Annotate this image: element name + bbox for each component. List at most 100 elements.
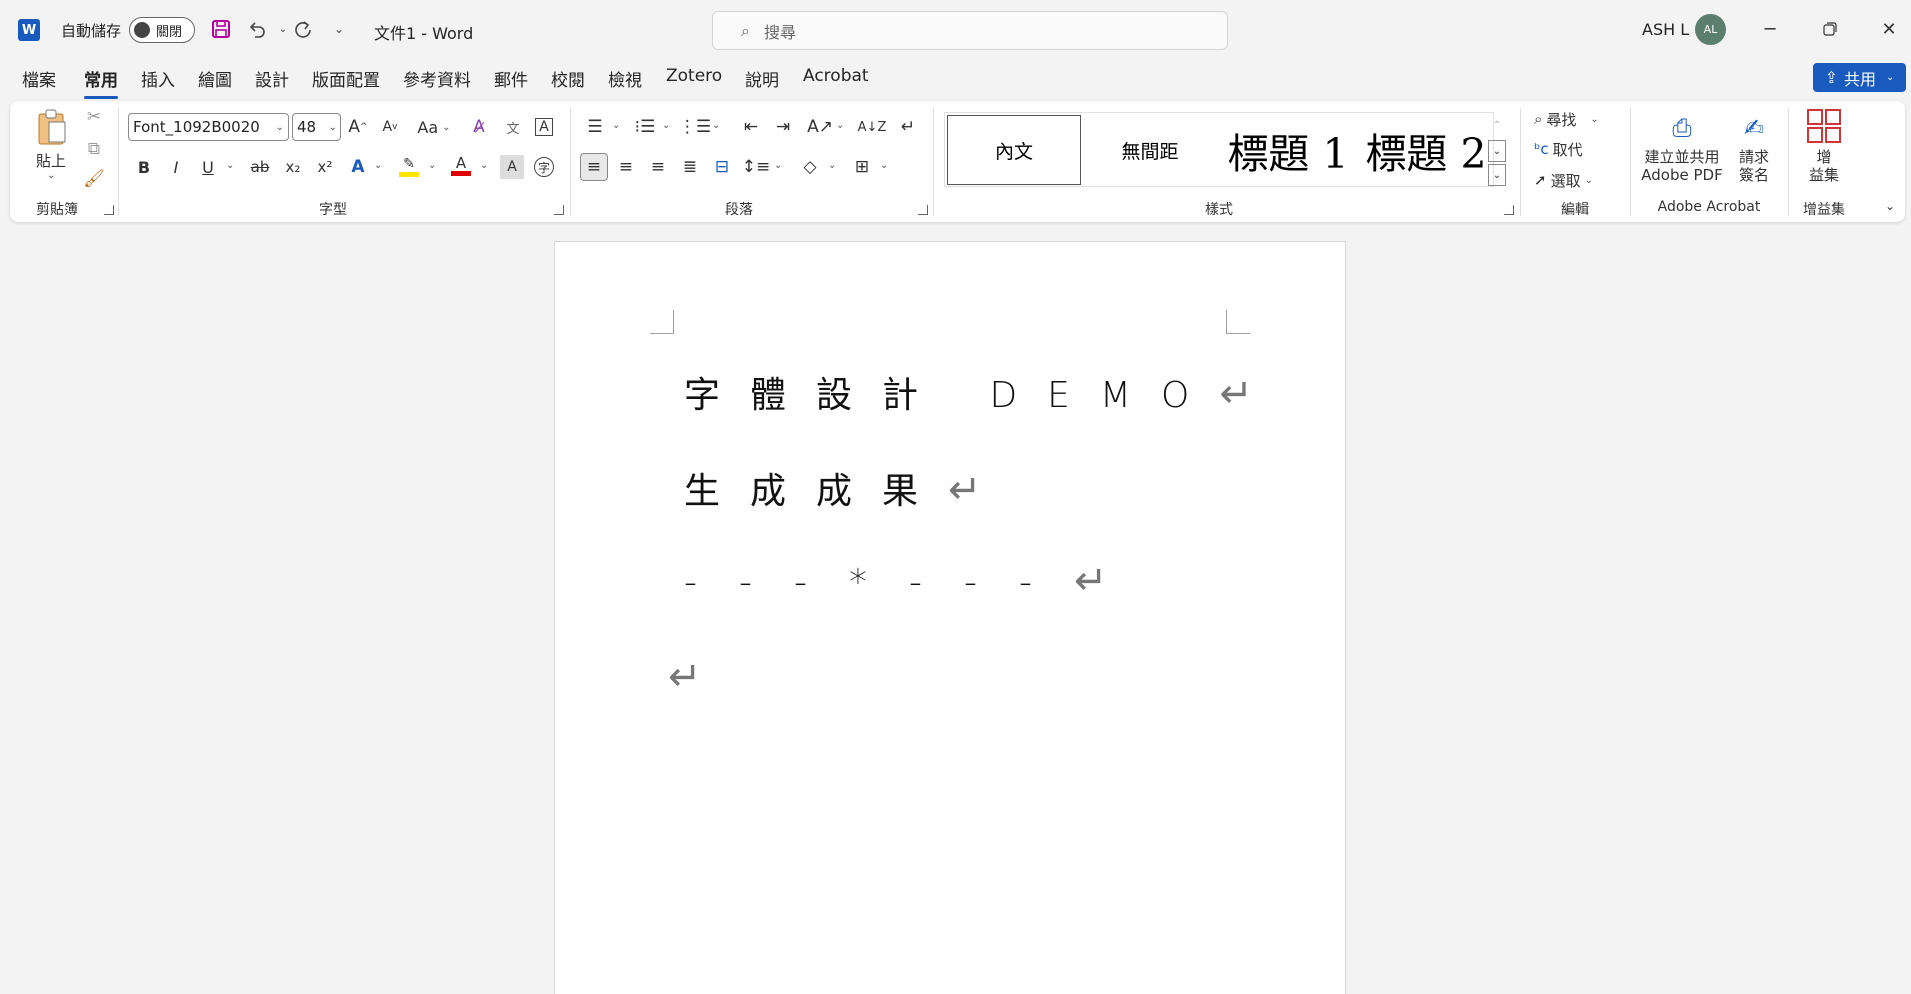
clear-formatting-icon[interactable]: A̷ [466, 114, 492, 140]
paste-icon[interactable] [34, 106, 70, 150]
text-direction-icon[interactable]: A↗ [806, 114, 834, 140]
paste-label[interactable]: 貼上 [36, 150, 66, 171]
font-color-dropdown-icon[interactable]: ⌄ [480, 160, 488, 171]
document-line-3[interactable]: ---*---↵ [684, 558, 1107, 604]
bold-button[interactable]: B [132, 154, 156, 180]
tab-design[interactable]: 設計 [255, 66, 289, 91]
sort-icon[interactable]: A↓Z [858, 114, 887, 140]
request-signature-button[interactable]: 請求 簽名 [1734, 148, 1774, 184]
tab-mailings[interactable]: 郵件 [494, 66, 528, 91]
paragraph-launcher-icon[interactable] [918, 205, 928, 215]
style-heading-1[interactable]: 標題 1 [1218, 115, 1358, 185]
numbering-dropdown-icon[interactable]: ⌄ [662, 120, 670, 131]
format-painter-icon[interactable]: 🖌 [83, 168, 105, 190]
find-button[interactable]: ⌕ 尋找 ⌄ [1534, 106, 1599, 132]
shading-dropdown-icon[interactable]: ⌄ [828, 160, 836, 171]
style-normal[interactable]: 內文 [947, 115, 1081, 185]
line-spacing-dropdown-icon[interactable]: ⌄ [774, 160, 782, 171]
align-left-icon[interactable]: ≡ [580, 153, 608, 181]
justify-icon[interactable]: ≣ [676, 153, 704, 181]
clipboard-launcher-icon[interactable] [104, 205, 114, 215]
paste-dropdown-icon[interactable]: ⌄ [47, 170, 55, 181]
enclose-characters-icon[interactable]: 字 [532, 155, 556, 179]
restore-icon[interactable] [1807, 10, 1853, 48]
document-line-4[interactable]: ↵ [668, 654, 702, 700]
document-line-1[interactable]: 字體設計 DEMO↵ [684, 366, 1253, 418]
user-name[interactable]: ASH L [1642, 20, 1689, 39]
borders-icon[interactable]: ⊞ [848, 153, 876, 181]
add-ins-button[interactable]: 增益集 [1802, 148, 1846, 184]
tab-layout[interactable]: 版面配置 [312, 66, 380, 91]
superscript-button[interactable]: x² [312, 154, 338, 180]
italic-button[interactable]: I [164, 154, 188, 180]
borders-dropdown-icon[interactable]: ⌄ [880, 160, 888, 171]
ribbon-options-icon[interactable]: ⌄ [1880, 196, 1900, 216]
bullets-dropdown-icon[interactable]: ⌄ [612, 120, 620, 131]
highlight-color-icon[interactable]: ✎ [396, 152, 422, 180]
character-shading-icon[interactable]: A [500, 155, 524, 179]
add-ins-icon[interactable] [1806, 108, 1842, 144]
font-launcher-icon[interactable] [554, 205, 564, 215]
avatar[interactable]: AL [1695, 14, 1726, 45]
styles-launcher-icon[interactable] [1504, 205, 1514, 215]
line-spacing-icon[interactable]: ↕≡ [742, 153, 771, 181]
font-name-combo[interactable]: Font_1092B0020 ⌄ [128, 113, 289, 141]
redo-icon[interactable] [288, 14, 318, 44]
tab-acrobat[interactable]: Acrobat [803, 66, 869, 86]
change-case-button[interactable]: Aa ⌄ [412, 114, 456, 140]
tab-file[interactable]: 檔案 [22, 66, 56, 91]
highlight-dropdown-icon[interactable]: ⌄ [428, 160, 436, 171]
customize-toolbar-icon[interactable]: ⌄ [324, 14, 354, 44]
select-button[interactable]: ➚ 選取 ⌄ [1534, 167, 1593, 193]
underline-dropdown-icon[interactable]: ⌄ [226, 160, 234, 171]
styles-scroll-down-icon[interactable]: ⌄ [1488, 140, 1506, 162]
multilevel-dropdown-icon[interactable]: ⌄ [712, 120, 720, 131]
styles-scroll-up-icon[interactable]: ⌃ [1488, 114, 1506, 136]
create-pdf-button[interactable]: 建立並共用 Adobe PDF [1636, 148, 1728, 184]
create-pdf-icon[interactable]: ⎙ [1668, 110, 1696, 146]
document-page[interactable] [554, 241, 1346, 994]
font-size-combo[interactable]: 48 ⌄ [292, 113, 341, 141]
tab-insert[interactable]: 插入 [141, 66, 175, 91]
style-no-spacing[interactable]: 無間距 [1085, 115, 1215, 185]
tab-zotero[interactable]: Zotero [666, 66, 722, 86]
grow-font-icon[interactable]: A ^ [346, 114, 370, 140]
decrease-indent-icon[interactable]: ⇤ [738, 114, 764, 140]
tab-help[interactable]: 說明 [745, 66, 779, 91]
close-icon[interactable]: ✕ [1866, 10, 1911, 48]
styles-more-icon[interactable]: ⌄ [1488, 164, 1506, 186]
save-icon[interactable] [206, 14, 236, 44]
align-center-icon[interactable]: ≡ [612, 153, 640, 181]
copy-icon[interactable]: ⧉ [84, 138, 104, 160]
search-input[interactable]: ⌕ 搜尋 [712, 11, 1228, 50]
multilevel-list-icon[interactable]: ⋮☰ [679, 114, 711, 140]
document-line-2[interactable]: 生成成果↵ [684, 462, 982, 514]
shading-icon[interactable]: ◇ [796, 153, 824, 181]
shrink-font-icon[interactable]: Av [378, 114, 402, 140]
show-marks-icon[interactable]: ↵ [894, 114, 922, 140]
font-color-icon[interactable]: A [448, 152, 474, 180]
text-effects-icon[interactable]: A [346, 154, 370, 180]
distributed-icon[interactable]: ⊟ [708, 153, 736, 181]
tab-view[interactable]: 檢視 [608, 66, 642, 91]
increase-indent-icon[interactable]: ⇥ [770, 114, 796, 140]
style-heading-2[interactable]: 標題 2 [1358, 115, 1494, 185]
minimize-icon[interactable]: ─ [1747, 10, 1793, 48]
tab-home[interactable]: 常用 [84, 66, 118, 99]
text-effects-dropdown-icon[interactable]: ⌄ [374, 160, 382, 171]
subscript-button[interactable]: x₂ [280, 154, 306, 180]
underline-button[interactable]: U [196, 154, 220, 180]
numbering-icon[interactable]: ⁝☰ [632, 114, 658, 140]
tab-references[interactable]: 參考資料 [403, 66, 471, 91]
replace-button[interactable]: ᵇc 取代 [1534, 136, 1583, 162]
phonetic-guide-icon[interactable]: 文 [500, 114, 526, 140]
bullets-icon[interactable]: ☰ [582, 114, 608, 140]
text-direction-dropdown-icon[interactable]: ⌄ [836, 120, 844, 131]
character-border-icon[interactable]: A [532, 114, 556, 140]
share-button[interactable]: ⇪ 共用 ⌄ [1813, 63, 1906, 92]
cut-icon[interactable]: ✂ [84, 106, 104, 128]
request-signature-icon[interactable]: ✍ [1738, 110, 1770, 146]
tab-draw[interactable]: 繪圖 [198, 66, 232, 91]
strikethrough-button[interactable]: ab [246, 154, 274, 180]
tab-review[interactable]: 校閱 [551, 66, 585, 91]
